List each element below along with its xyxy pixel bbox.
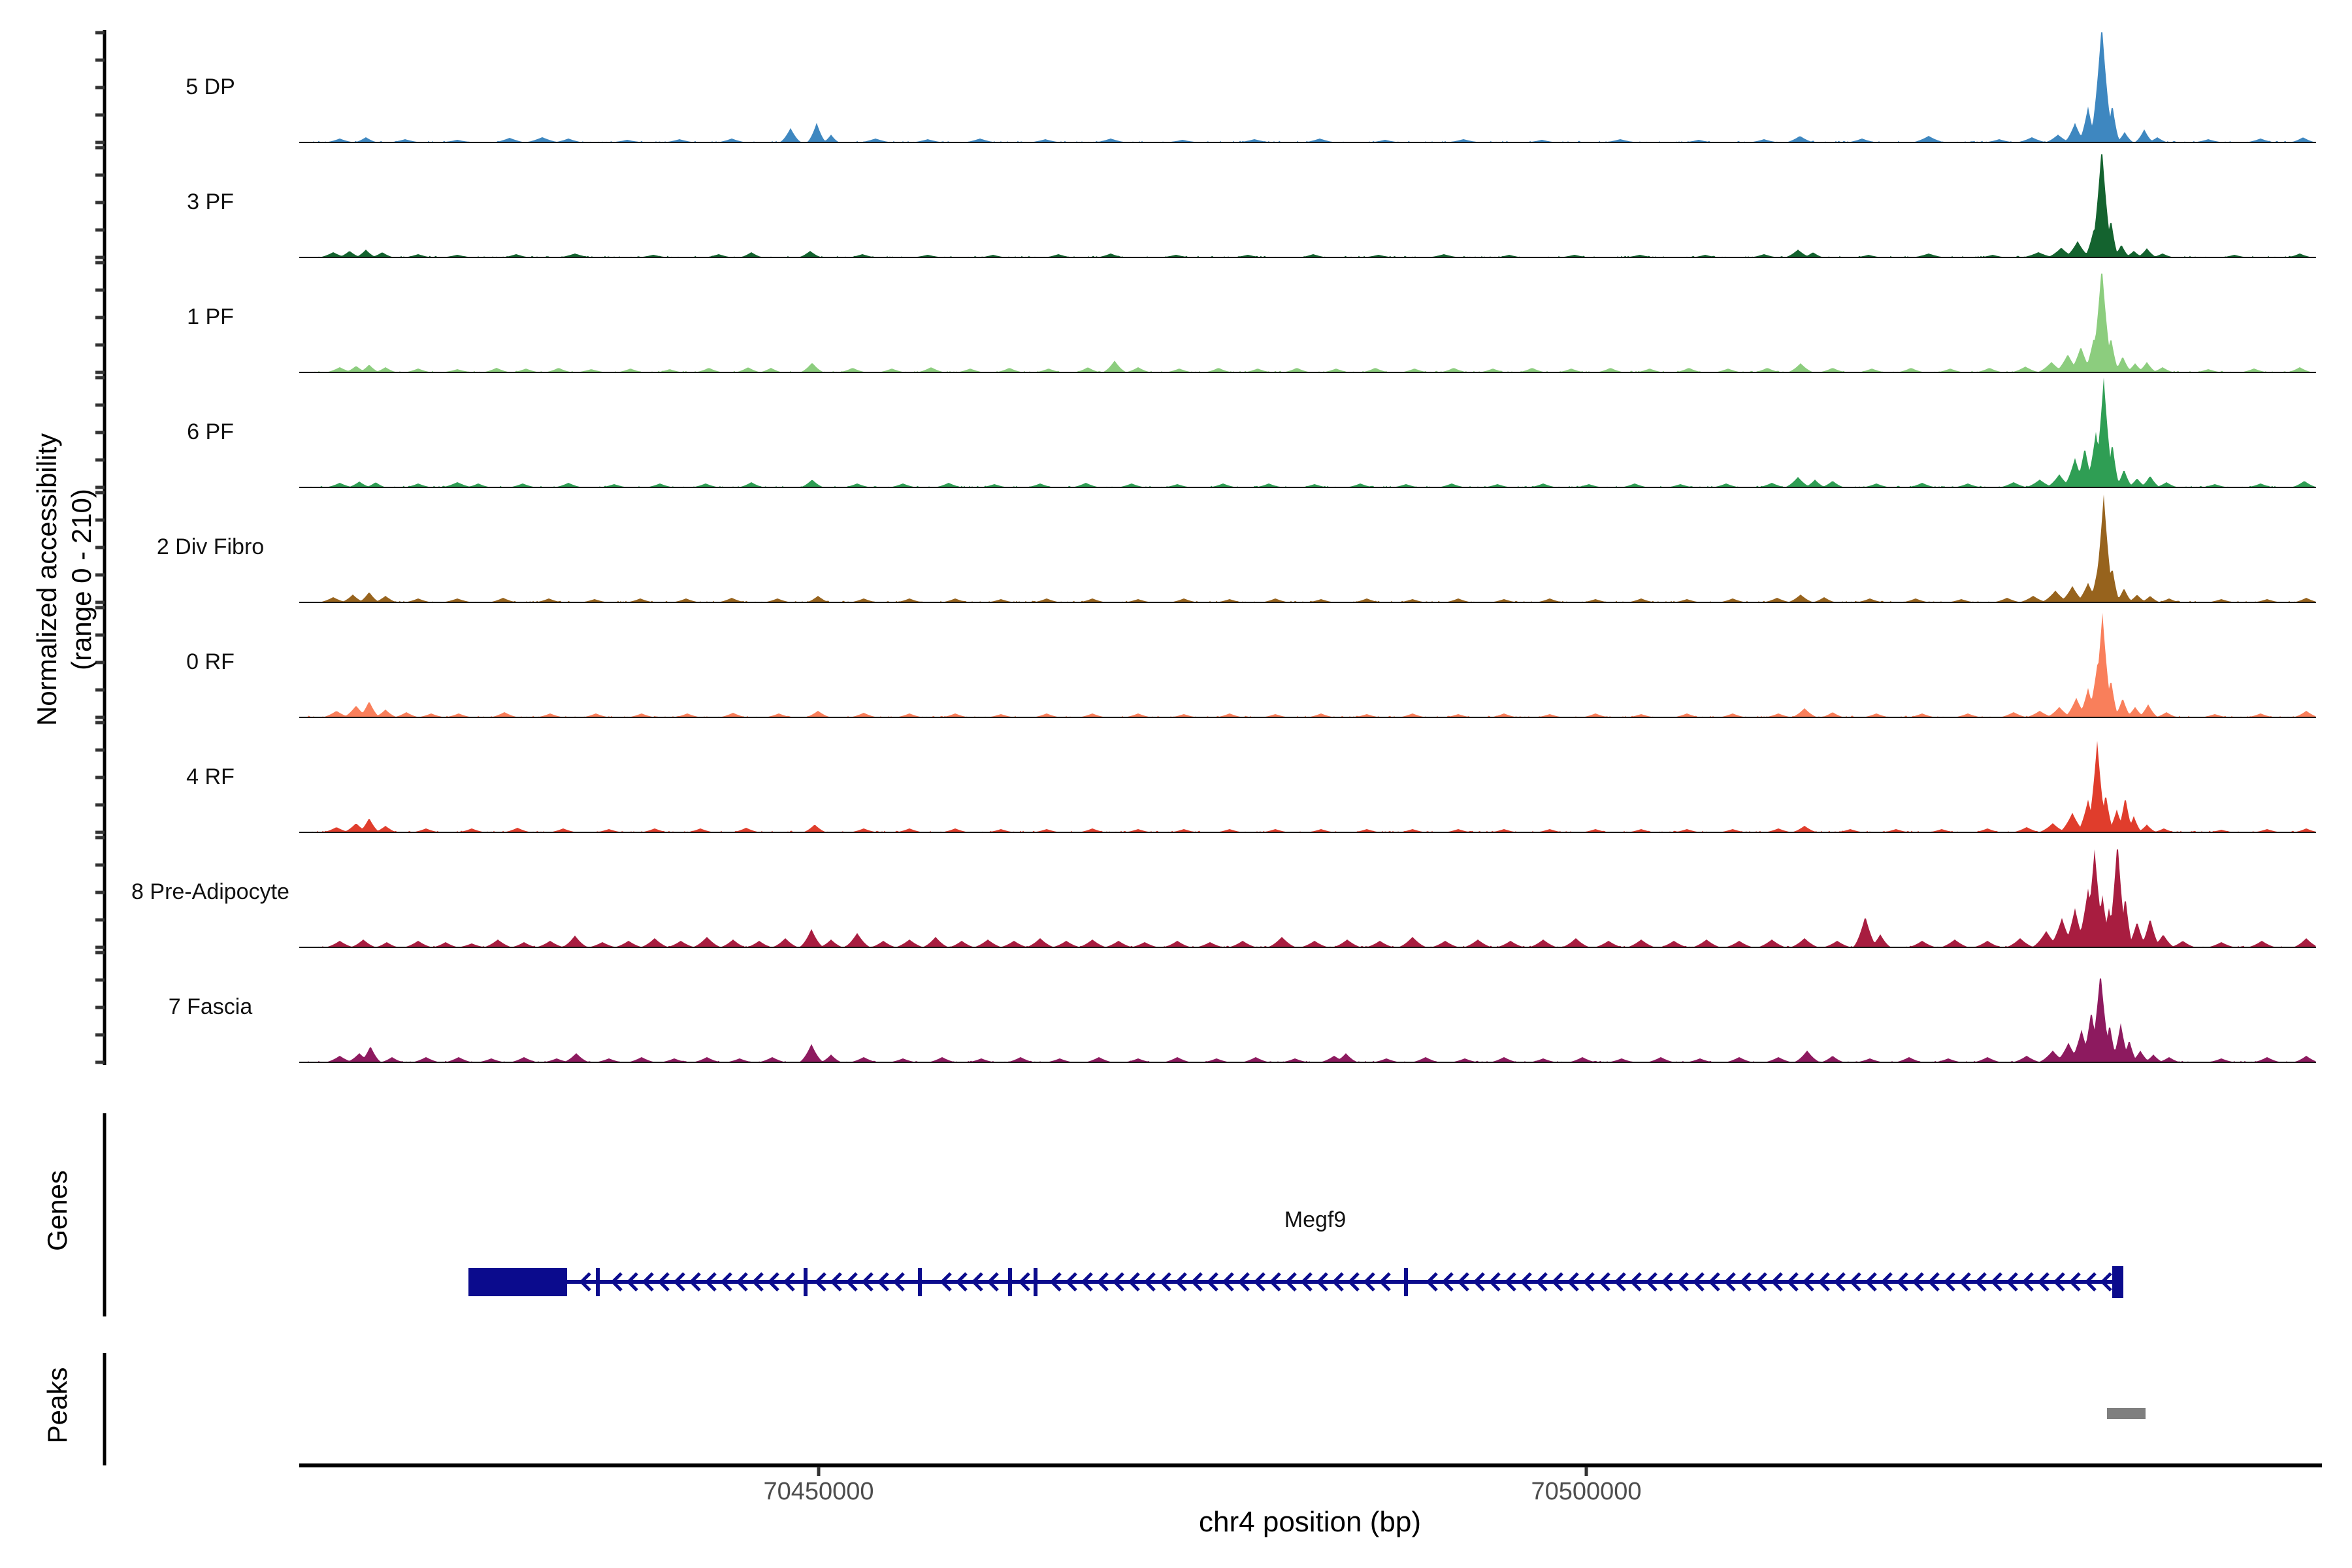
genes-section-label: Genes xyxy=(42,1170,73,1251)
y-axis-label-line2: (range 0 - 210) xyxy=(66,489,97,670)
track-label: 6 PF xyxy=(187,419,234,444)
track-label: 5 DP xyxy=(186,74,235,99)
track-label: 4 RF xyxy=(186,764,235,789)
coverage-area xyxy=(299,32,2316,143)
coverage-area xyxy=(299,741,2316,832)
genomic-x-axis xyxy=(299,1463,2322,1476)
gene-exon-tick xyxy=(804,1268,808,1296)
track-label: 7 Fascia xyxy=(169,994,253,1019)
called-peak-box xyxy=(2107,1408,2146,1419)
track-4-rf: 4 RF xyxy=(186,741,2316,833)
gene-exon-tick xyxy=(1404,1268,1408,1296)
coverage-area xyxy=(299,978,2316,1062)
gene-exon-tick xyxy=(1008,1268,1012,1296)
track-8-pre-adipocyte: 8 Pre-Adipocyte xyxy=(131,849,2316,948)
track-6-pf: 6 PF xyxy=(187,378,2316,488)
gene-exon-tick xyxy=(918,1268,922,1296)
coverage-area xyxy=(299,273,2316,372)
track-label: 3 PF xyxy=(187,189,234,214)
track-label: 2 Div Fibro xyxy=(157,534,264,559)
coverage-area xyxy=(299,849,2316,947)
gene-exon-tick xyxy=(1034,1268,1037,1296)
x-axis-tick-label: 70450000 xyxy=(763,1478,874,1505)
coverage-area xyxy=(299,613,2316,717)
gene-name-label: Megf9 xyxy=(1284,1207,1347,1232)
gene-utr-exon-box xyxy=(468,1268,567,1296)
x-axis-tick-label: 70500000 xyxy=(1531,1478,1642,1505)
coverage-area xyxy=(299,154,2316,257)
track-label: 0 RF xyxy=(186,649,235,674)
x-axis-title: chr4 position (bp) xyxy=(1199,1506,1421,1538)
gene-exon-tick xyxy=(596,1268,600,1296)
track-1-pf: 1 PF xyxy=(187,273,2316,373)
track-label: 1 PF xyxy=(187,304,234,329)
y-axis-label-line1: Normalized accessibility xyxy=(31,433,62,727)
track-3-pf: 3 PF xyxy=(187,154,2316,258)
y-axis-label: Normalized accessibility (range 0 - 210) xyxy=(29,155,101,1004)
coverage-area xyxy=(299,495,2316,602)
track-0-rf: 0 RF xyxy=(186,613,2316,718)
peaks-section-label: Peaks xyxy=(42,1367,73,1444)
coverage-plot-figure: 5 DP 3 PF 1 PF 6 PF 2 Div Fibro 0 RF 4 RF 8 Pre… xyxy=(0,0,2352,1568)
gene-model-megf9 xyxy=(468,1266,2123,1298)
track-5-dp: 5 DP xyxy=(186,32,2316,143)
track-2-div-fibro: 2 Div Fibro xyxy=(157,495,2316,603)
tracks-canvas: 5 DP 3 PF 1 PF 6 PF 2 Div Fibro 0 RF 4 RF 8 Pre… xyxy=(95,30,2322,1476)
track-label: 8 Pre-Adipocyte xyxy=(131,879,289,904)
gene-terminal-exon-box xyxy=(2112,1266,2123,1298)
track-7-fascia: 7 Fascia xyxy=(169,978,2316,1063)
coverage-area xyxy=(299,378,2316,487)
